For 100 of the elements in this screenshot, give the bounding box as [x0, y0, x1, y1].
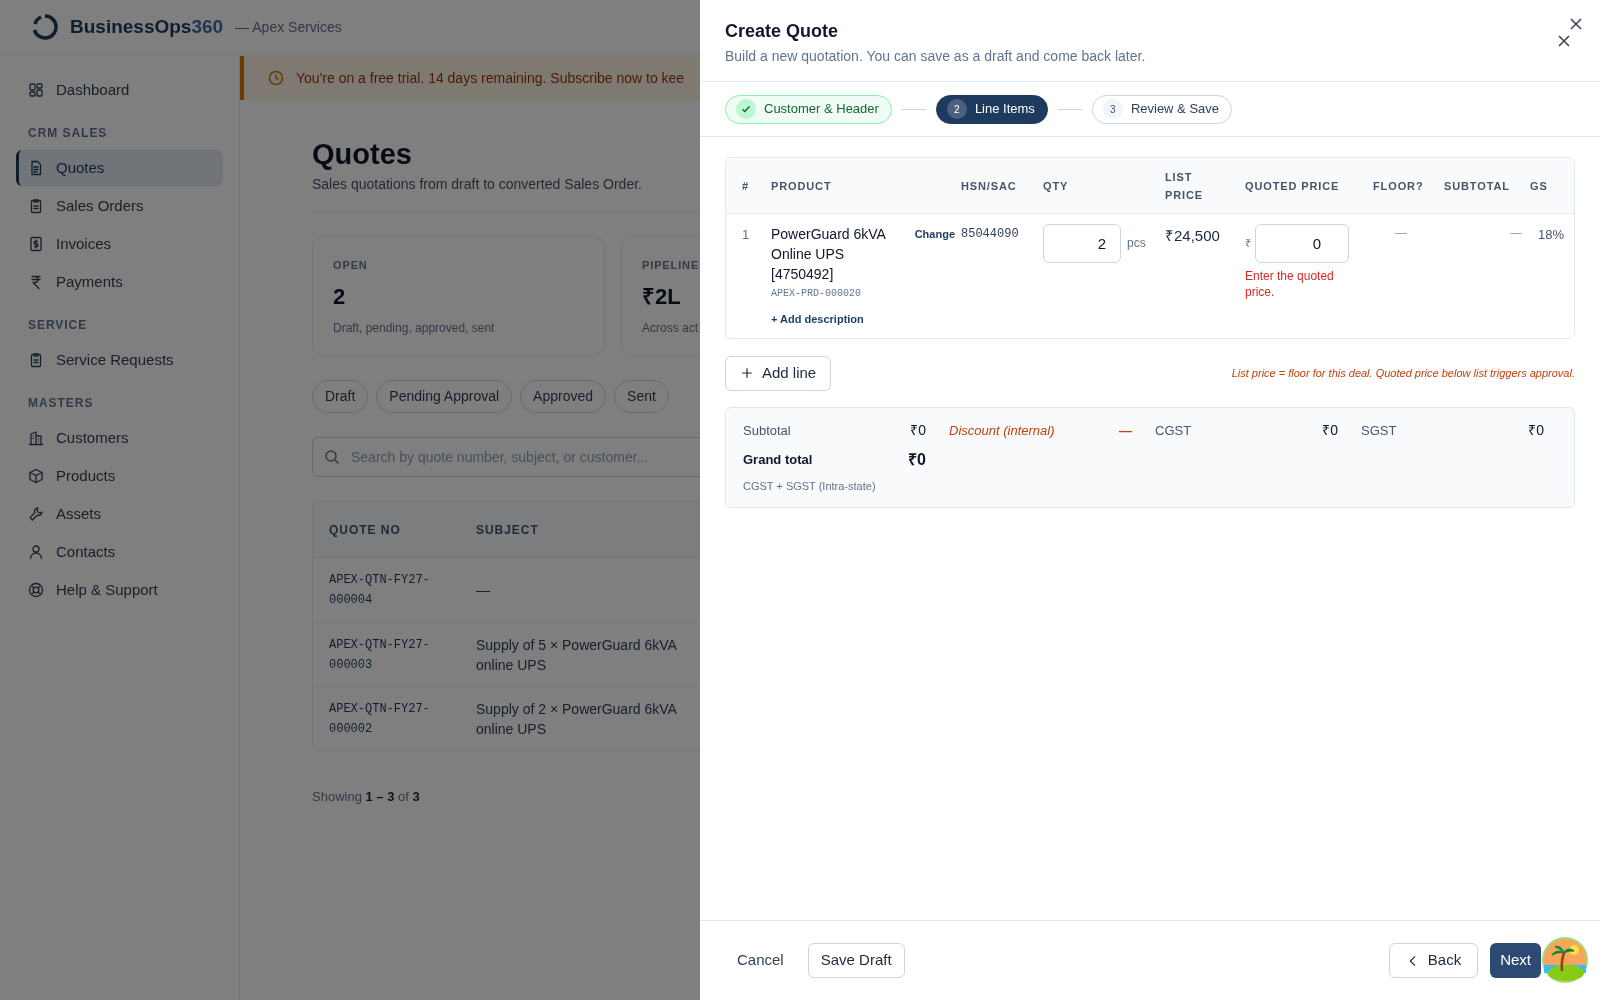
step-number: 2 [946, 99, 967, 119]
page-title: Quotes [312, 137, 412, 172]
table-cell-text: ₹24,500 [1165, 226, 1221, 246]
clipboard-icon [28, 352, 44, 368]
add-line-button[interactable]: Add line [725, 355, 832, 391]
stat-label: OPEN [333, 258, 368, 273]
lifebuoy-icon [28, 582, 44, 598]
brand-name: BusinessOps360 [70, 14, 224, 39]
quantity-field[interactable]: 2 [1043, 224, 1121, 263]
person-icon [28, 544, 44, 560]
total-label: Subtotal [743, 421, 791, 440]
product-name: PowerGuard 6kVA Online UPS [4750492] [771, 225, 887, 284]
sidebar-item[interactable]: Payments [16, 264, 223, 300]
column-header: PRODUCT [771, 178, 833, 194]
stat-label: PIPELINE [642, 258, 700, 273]
total-label: CGST [1155, 421, 1192, 440]
sidebar-item[interactable]: Customers [16, 420, 223, 456]
drawer-title: Create Quote [725, 20, 839, 43]
section-heading: SERVICE [27, 317, 89, 334]
column-header: GS [1530, 178, 1549, 194]
table-cell-text: 85044090 [961, 226, 1020, 243]
close-icon [1558, 35, 1570, 47]
close-button[interactable] [1568, 16, 1584, 32]
building-icon [28, 430, 44, 446]
tax-note: CGST + SGST (Intra-state) [743, 478, 877, 494]
table-cell-text: Supply of 2 × PowerGuard 6kVA online UPS [476, 699, 678, 739]
total-value: — [1119, 421, 1132, 440]
column-header: SUBJECT [476, 521, 540, 539]
total-value: ₹0 [910, 421, 926, 440]
step-tab[interactable]: Customer & Header [725, 94, 892, 124]
sidebar-item[interactable]: Invoices [16, 226, 223, 262]
organization-name: — Apex Services [235, 17, 342, 37]
total-value: ₹0 [1528, 421, 1544, 440]
change-link[interactable]: Change [914, 224, 955, 284]
box-icon [28, 468, 44, 484]
step-tab[interactable]: 2 Line Items [935, 94, 1048, 124]
drawer-subtitle: Build a new quotation. You can save as a draft and come back later. [725, 47, 1146, 66]
column-header: QUOTE NO [328, 521, 402, 539]
pagination-summary: Showing 1 – 3 of 3 [312, 788, 421, 806]
sidebar-item[interactable]: Sales Orders [16, 188, 223, 224]
column-header: # [742, 178, 750, 194]
stat-note: Draft, pending, approved, sent [333, 319, 495, 337]
table-cell-text: 1 [742, 226, 751, 244]
product-code: APEX-PRD-000020 [771, 287, 862, 301]
pricing-note: List price = floor for this deal. Quoted price below list triggers approval. [1231, 365, 1575, 381]
page-subtitle: Sales quotations from draft to converted Sales Order. [312, 175, 642, 194]
dollar-receipt-icon [28, 236, 44, 252]
total-value: ₹0 [1322, 421, 1338, 440]
step-number: 3 [1102, 99, 1123, 119]
clipboard-icon [28, 198, 44, 214]
unit-label: pcs [1127, 235, 1146, 252]
column-header: QTY [1043, 178, 1070, 194]
sidebar-item[interactable]: Service Requests [16, 342, 223, 378]
section-heading: MASTERS [27, 395, 95, 412]
sidebar-item[interactable]: Help & Support [16, 572, 223, 608]
next-button[interactable]: Next [1490, 943, 1541, 978]
column-header: SUBTOTAL [1444, 178, 1511, 194]
sidebar-item[interactable]: Products [16, 458, 223, 494]
close-icon [1570, 18, 1582, 30]
column-header: FLOOR? [1373, 178, 1425, 194]
column-header: QUOTED PRICE [1245, 178, 1341, 194]
trial-message: You're on a free trial. 14 days remaining. Subscribe now to kee [296, 68, 685, 88]
column-header: LIST PRICE [1165, 169, 1205, 203]
stat-value: ₹2L [642, 282, 681, 311]
sidebar-item[interactable]: Dashboard [16, 72, 223, 108]
table-cell-text: 18% [1537, 226, 1566, 244]
total-label: Grand total [743, 450, 813, 469]
sidebar-item[interactable]: Assets [16, 496, 223, 532]
save-draft-button[interactable]: Save Draft [807, 943, 905, 978]
cancel-button[interactable]: Cancel [725, 943, 796, 978]
clock-icon [268, 70, 284, 86]
total-value: ₹0 [908, 449, 926, 470]
table-cell-text: — [1509, 225, 1523, 242]
grid-icon [28, 82, 44, 98]
table-cell-text: APEX-QTN-FY27-000004 [328, 572, 431, 609]
rupee-icon [28, 274, 44, 290]
wrench-icon [28, 506, 44, 522]
back-button[interactable]: Back [1388, 943, 1479, 978]
sidebar-item[interactable]: Quotes [16, 150, 223, 186]
column-header: HSN/SAC [961, 178, 1018, 194]
close-button[interactable] [1556, 33, 1572, 49]
stat-value: 2 [333, 282, 346, 311]
total-label: Discount (internal) [949, 421, 1055, 440]
section-heading: CRM SALES [27, 125, 109, 142]
logo-icon [32, 14, 58, 40]
sidebar-item[interactable]: Contacts [16, 534, 223, 570]
search-icon [324, 449, 340, 465]
table-cell-text: APEX-QTN-FY27-000002 [328, 700, 431, 738]
table-cell-text: — [1394, 225, 1408, 242]
table-cell-text: APEX-QTN-FY27-000003 [328, 636, 431, 674]
step-tab[interactable]: 3 Review & Save [1091, 94, 1233, 124]
quoted-price-field[interactable]: 0 [1255, 224, 1349, 263]
total-label: SGST [1361, 421, 1397, 440]
currency-symbol: ₹ [1245, 236, 1251, 252]
document-icon [28, 160, 44, 176]
error-message: Enter the quoted price. [1245, 268, 1335, 300]
add-description-link[interactable]: + Add description [771, 311, 864, 328]
check-icon [736, 99, 756, 119]
table-cell-text: Supply of 5 × PowerGuard 6kVA online UPS [476, 635, 678, 675]
palm-tree-icon[interactable] [1542, 937, 1588, 983]
